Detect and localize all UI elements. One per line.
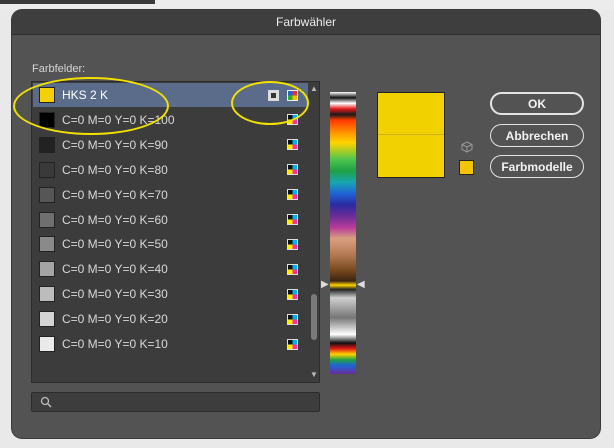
cmyk-process-icon <box>287 338 298 350</box>
cancel-button[interactable]: Abbrechen <box>490 124 584 147</box>
swatch-color-chip <box>39 261 55 278</box>
swatch-name: C=0 M=0 Y=0 K=90 <box>62 137 168 152</box>
swatch-name: C=0 M=0 Y=0 K=60 <box>62 212 168 227</box>
cmyk-process-icon <box>287 164 298 176</box>
swatch-name: C=0 M=0 Y=0 K=20 <box>62 312 168 327</box>
swatch-row[interactable]: C=0 M=0 Y=0 K=30 <box>33 282 308 306</box>
swatch-row[interactable]: C=0 M=0 Y=0 K=80 <box>33 158 308 182</box>
color-spectrum-slider[interactable] <box>330 92 356 374</box>
swatch-name: C=0 M=0 Y=0 K=70 <box>62 187 168 202</box>
gamut-warning-swatch[interactable] <box>459 160 474 175</box>
background-window-strip <box>0 0 614 10</box>
swatch-row[interactable]: C=0 M=0 Y=0 K=50 <box>33 232 308 256</box>
cmyk-process-icon <box>287 238 298 250</box>
out-of-gamut-cube-icon[interactable] <box>461 141 473 153</box>
swatch-color-chip <box>39 136 55 153</box>
swatch-color-chip <box>39 186 55 203</box>
swatch-search-field[interactable] <box>31 392 320 412</box>
cmyk-process-icon <box>287 139 298 151</box>
cmyk-process-icon <box>287 263 298 275</box>
swatch-color-chip <box>39 336 55 352</box>
swatch-name: C=0 M=0 Y=0 K=30 <box>62 287 168 302</box>
slider-left-triangle-icon[interactable]: ▶ <box>321 280 329 290</box>
swatch-color-chip <box>39 161 55 178</box>
swatch-name: C=0 M=0 Y=0 K=80 <box>62 162 168 177</box>
slider-right-triangle-icon[interactable]: ◀ <box>357 280 365 290</box>
swatch-row[interactable]: C=0 M=0 Y=0 K=90 <box>33 133 308 157</box>
ok-button[interactable]: OK <box>490 92 584 115</box>
swatch-color-chip <box>39 211 55 228</box>
annotation-ellipse-swatch-icons <box>231 81 309 125</box>
swatch-name: C=0 M=0 Y=0 K=10 <box>62 337 168 351</box>
swatches-label: Farbfelder: <box>32 63 86 75</box>
annotation-ellipse-swatch-name <box>13 77 169 135</box>
swatch-row[interactable]: C=0 M=0 Y=0 K=20 <box>33 307 308 331</box>
color-models-button[interactable]: Farbmodelle <box>490 155 584 178</box>
swatch-color-chip <box>39 236 55 253</box>
color-picker-dialog: Farbwähler Farbfelder: ▲ ▼ HKS 2 K C=0 M=… <box>12 10 600 438</box>
swatch-row[interactable]: C=0 M=0 Y=0 K=60 <box>33 208 308 232</box>
scroll-down-arrow-icon[interactable]: ▼ <box>310 370 318 379</box>
swatch-color-chip <box>39 286 55 303</box>
new-color-preview <box>378 93 444 135</box>
background-window-edge <box>0 0 155 4</box>
swatch-row[interactable]: C=0 M=0 Y=0 K=10 <box>33 332 308 356</box>
color-preview <box>377 92 445 178</box>
scrollbar-thumb[interactable] <box>311 294 317 340</box>
cmyk-process-icon <box>287 288 298 300</box>
cmyk-process-icon <box>287 189 298 201</box>
cmyk-process-icon <box>287 214 298 225</box>
swatch-row[interactable]: C=0 M=0 Y=0 K=40 <box>33 257 308 281</box>
cmyk-process-icon <box>287 313 298 325</box>
search-icon <box>40 396 52 408</box>
swatch-name: C=0 M=0 Y=0 K=40 <box>62 262 168 277</box>
swatch-color-chip <box>39 311 55 328</box>
scroll-up-arrow-icon[interactable]: ▲ <box>310 84 318 93</box>
original-color-preview <box>378 135 444 177</box>
dialog-title: Farbwähler <box>12 10 600 35</box>
swatch-name: C=0 M=0 Y=0 K=50 <box>62 237 168 252</box>
swatch-row[interactable]: C=0 M=0 Y=0 K=70 <box>33 183 308 207</box>
